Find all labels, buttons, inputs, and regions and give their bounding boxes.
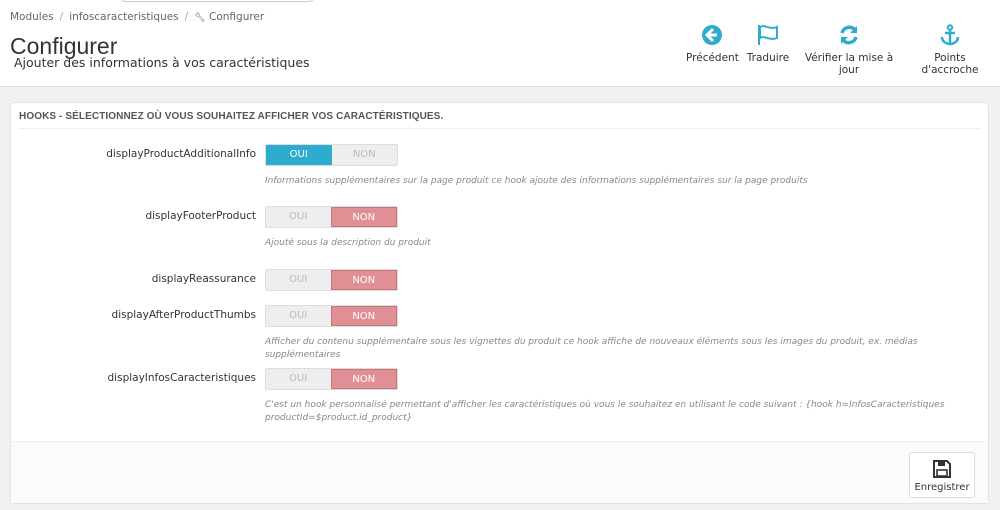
refresh-icon: [840, 25, 858, 45]
hook-switch[interactable]: OUI NON: [265, 144, 398, 166]
check-update-button[interactable]: Vérifier la mise à jour: [798, 24, 900, 76]
breadcrumb-module[interactable]: infoscaracteristiques: [69, 11, 178, 23]
hook-switch[interactable]: OUI NON: [265, 305, 398, 327]
back-button[interactable]: Précédent: [686, 24, 739, 64]
panel-footer: Enregistrer: [11, 441, 988, 503]
translate-button[interactable]: Traduire: [745, 24, 791, 64]
hook-help: Afficher du contenu supplémentaire sous …: [265, 337, 918, 360]
switch-no[interactable]: NON: [330, 369, 397, 389]
search-input[interactable]: [120, 0, 315, 2]
hook-help: Informations supplémentaires sur la page…: [265, 176, 808, 186]
switch-no[interactable]: NON: [332, 145, 398, 165]
switch-no[interactable]: NON: [330, 270, 397, 290]
hook-switch[interactable]: OUI NON: [265, 269, 398, 291]
switch-yes[interactable]: OUI: [266, 145, 332, 165]
switch-yes[interactable]: OUI: [266, 369, 331, 389]
hooks-label: Points d'accroche: [921, 52, 979, 76]
hook-switch[interactable]: OUI NON: [265, 206, 398, 228]
hook-help: Ajouté sous la description du produit: [265, 238, 431, 248]
translate-label: Traduire: [746, 52, 790, 64]
hook-label: displayReassurance: [151, 273, 256, 285]
check-update-label: Vérifier la mise à jour: [804, 52, 894, 76]
hooks-panel: HOOKS - SÉLECTIONNEZ OÙ VOUS SOUHAITEZ A…: [10, 102, 989, 504]
hook-label: displayInfosCaracteristiques: [107, 372, 256, 384]
anchor-icon: [940, 24, 960, 46]
floppy-disk-icon: [933, 460, 951, 478]
breadcrumb-modules[interactable]: Modules: [10, 11, 54, 23]
breadcrumb: Modules / infoscaracteristiques / 🔧︎ Configu…: [10, 11, 264, 23]
breadcrumb-separator: /: [59, 11, 64, 23]
switch-yes[interactable]: OUI: [266, 306, 331, 326]
switch-yes[interactable]: OUI: [266, 270, 331, 290]
hook-label: displayAfterProductThumbs: [111, 309, 256, 321]
breadcrumb-separator: /: [184, 11, 189, 23]
page-header: Modules / infoscaracteristiques / 🔧︎ Configu…: [0, 0, 1000, 87]
back-label: Précédent: [686, 52, 739, 64]
wrench-icon: 🔧︎: [194, 13, 206, 23]
save-label: Enregistrer: [914, 482, 970, 493]
switch-no[interactable]: NON: [330, 306, 397, 326]
switch-no[interactable]: NON: [330, 207, 397, 227]
panel-title: HOOKS - SÉLECTIONNEZ OÙ VOUS SOUHAITEZ A…: [19, 103, 980, 129]
hook-switch[interactable]: OUI NON: [265, 368, 398, 390]
hook-label: displayProductAdditionalInfo: [106, 148, 256, 160]
hook-label: displayFooterProduct: [145, 210, 256, 222]
hooks-button[interactable]: Points d'accroche: [906, 24, 994, 76]
flag-icon: [758, 25, 778, 45]
breadcrumb-current: Configurer: [209, 11, 265, 23]
switch-yes[interactable]: OUI: [266, 207, 331, 227]
save-button[interactable]: Enregistrer: [909, 452, 975, 498]
page-subtitle: Ajouter des informations à vos caractéri…: [14, 55, 310, 70]
hook-help: C'est un hook personnalisé permettant d'…: [265, 400, 945, 423]
back-circle-icon: [702, 25, 722, 45]
